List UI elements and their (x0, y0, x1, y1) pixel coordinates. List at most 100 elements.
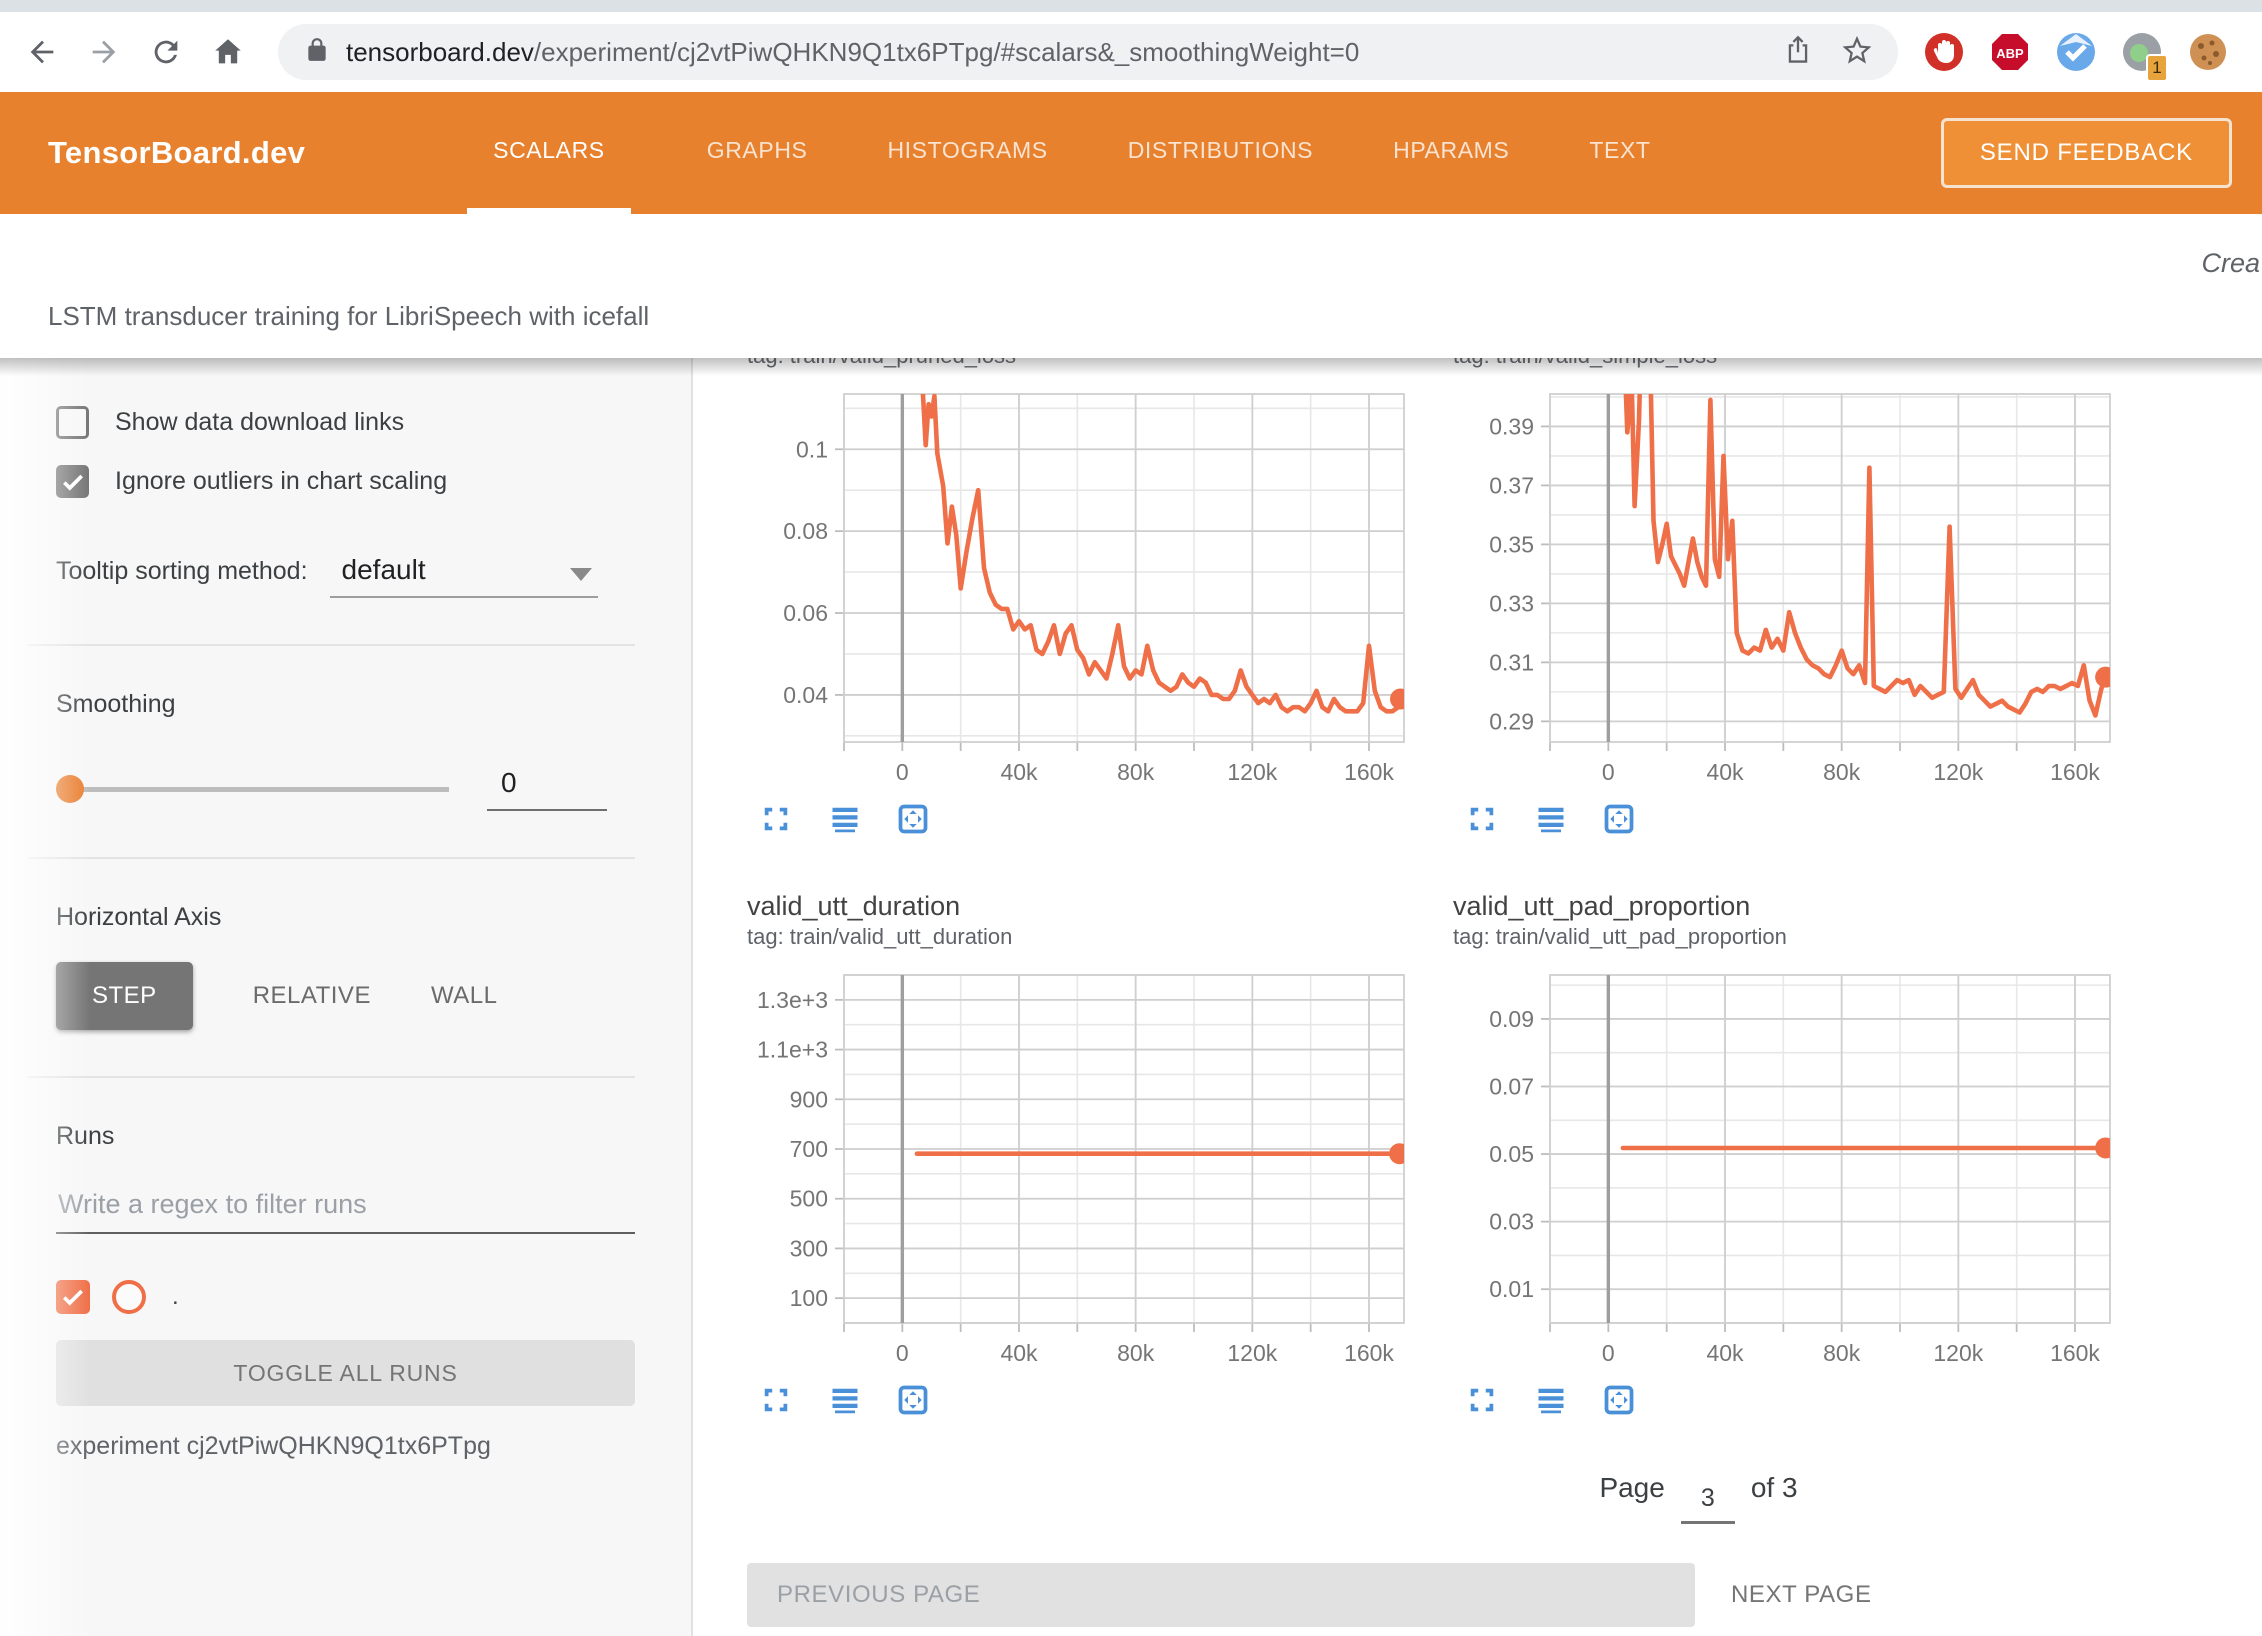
svg-text:0: 0 (896, 1340, 909, 1366)
smoothing-slider-track[interactable] (81, 787, 449, 792)
svg-text:ABP: ABP (1996, 46, 2024, 61)
svg-text:120k: 120k (1933, 1340, 1983, 1366)
svg-text:1.3e+3: 1.3e+3 (757, 987, 828, 1013)
svg-text:160k: 160k (1344, 759, 1394, 785)
page-of-label: of 3 (1751, 1472, 1798, 1504)
share-icon[interactable] (1784, 35, 1812, 70)
fullscreen-icon[interactable] (761, 1384, 793, 1416)
address-bar[interactable]: tensorboard.dev/experiment/cj2vtPiwQHKN9… (278, 24, 1898, 80)
toggle-all-runs-button[interactable]: TOGGLE ALL RUNS (56, 1340, 635, 1406)
tooltip-sorting-select[interactable]: default (330, 554, 598, 598)
experiment-title: LSTM transducer training for LibriSpeech… (48, 301, 649, 332)
scalar-chart-plot[interactable]: 040k80k120k160k0.040.060.080.1 (709, 386, 1405, 799)
axis-step-button[interactable]: STEP (56, 962, 193, 1030)
abp-icon[interactable]: ABP (1990, 32, 2030, 72)
svg-text:80k: 80k (1823, 1340, 1861, 1366)
browser-tabstrip (0, 0, 2262, 12)
log-scale-lines-icon[interactable] (1535, 803, 1567, 835)
show-download-links-row[interactable]: Show data download links (56, 406, 635, 439)
tooltip-sorting-value: default (342, 554, 426, 585)
tab-hparams[interactable]: HPARAMS (1389, 92, 1513, 214)
svg-text:80k: 80k (1823, 759, 1861, 785)
tab-histograms[interactable]: HISTOGRAMS (883, 92, 1051, 214)
previous-page-button[interactable]: PREVIOUS PAGE (747, 1563, 1695, 1627)
svg-text:120k: 120k (1933, 759, 1983, 785)
svg-text:100: 100 (790, 1285, 828, 1311)
browser-toolbar: tensorboard.dev/experiment/cj2vtPiwQHKN9… (0, 12, 2262, 92)
horizontal-axis-buttons: STEP RELATIVE WALL (56, 962, 635, 1030)
fit-domain-icon[interactable] (1603, 1384, 1635, 1416)
home-icon[interactable] (206, 30, 250, 74)
fullscreen-icon[interactable] (1467, 803, 1499, 835)
next-page-button[interactable]: NEXT PAGE (1731, 1581, 1872, 1609)
svg-text:500: 500 (790, 1186, 828, 1212)
svg-text:0.1: 0.1 (796, 436, 828, 462)
page-label: Page (1599, 1472, 1664, 1504)
adblock-hand-icon[interactable] (1924, 32, 1964, 72)
fullscreen-icon[interactable] (761, 803, 793, 835)
settings-sidebar: Show data download links Ignore outliers… (0, 358, 693, 1636)
checkmark-extension-icon[interactable] (2056, 32, 2096, 72)
extensions-row: ABP 1 (1924, 32, 2228, 72)
svg-text:0.37: 0.37 (1489, 472, 1534, 498)
svg-text:300: 300 (790, 1235, 828, 1261)
tab-graphs[interactable]: GRAPHS (703, 92, 812, 214)
runs-label: Runs (56, 1122, 635, 1151)
smoothing-value-input[interactable] (487, 767, 607, 811)
svg-text:1.1e+3: 1.1e+3 (757, 1037, 828, 1063)
svg-text:0.33: 0.33 (1489, 590, 1534, 616)
tab-distributions[interactable]: DISTRIBUTIONS (1124, 92, 1317, 214)
divider (28, 857, 635, 859)
fullscreen-icon[interactable] (1467, 1384, 1499, 1416)
run-checkbox[interactable] (56, 1280, 90, 1314)
chart-card-valid-simple-loss: valid_simple_loss tag: train/valid_simpl… (1415, 358, 2111, 835)
browser-chrome: tensorboard.dev/experiment/cj2vtPiwQHKN9… (0, 0, 2262, 92)
svg-text:80k: 80k (1117, 1340, 1155, 1366)
cookie-icon[interactable] (2188, 32, 2228, 72)
bookmark-star-icon[interactable] (1842, 35, 1872, 70)
chart-toolbar (1415, 803, 2111, 835)
fit-domain-icon[interactable] (1603, 803, 1635, 835)
horizontal-axis-label: Horizontal Axis (56, 903, 635, 932)
svg-text:0.09: 0.09 (1489, 1006, 1534, 1032)
chart-toolbar (1415, 1384, 2111, 1416)
log-scale-lines-icon[interactable] (829, 803, 861, 835)
tab-text[interactable]: TEXT (1585, 92, 1654, 214)
log-scale-lines-icon[interactable] (1535, 1384, 1567, 1416)
show-download-links-checkbox[interactable] (56, 406, 89, 439)
axis-wall-button[interactable]: WALL (401, 962, 527, 1030)
ignore-outliers-row[interactable]: Ignore outliers in chart scaling (56, 465, 635, 498)
axis-relative-button[interactable]: RELATIVE (223, 962, 401, 1030)
svg-text:40k: 40k (1000, 759, 1038, 785)
back-icon[interactable] (20, 30, 64, 74)
svg-text:0.01: 0.01 (1489, 1276, 1534, 1302)
scalar-chart-plot[interactable]: 040k80k120k160k1003005007009001.1e+31.3e… (709, 967, 1405, 1380)
page-number-input[interactable] (1681, 1484, 1735, 1524)
run-color-swatch (112, 1280, 146, 1314)
log-scale-lines-icon[interactable] (829, 1384, 861, 1416)
scalar-chart-plot[interactable]: 040k80k120k160k0.290.310.330.350.370.39 (1415, 386, 2111, 799)
svg-text:700: 700 (790, 1136, 828, 1162)
forward-icon[interactable] (82, 30, 126, 74)
tab-scalars[interactable]: SCALARS (467, 92, 631, 214)
runs-regex-input[interactable] (56, 1189, 635, 1234)
scalar-chart-plot[interactable]: 040k80k120k160k0.010.030.050.070.09 (1415, 967, 2111, 1380)
chart-card-valid-utt-pad-proportion: valid_utt_pad_proportion tag: train/vali… (1415, 889, 2111, 1416)
svg-text:0.04: 0.04 (783, 682, 828, 708)
show-download-links-label: Show data download links (115, 408, 404, 437)
fit-domain-icon[interactable] (897, 803, 929, 835)
tensorboard-header: TensorBoard.dev SCALARS GRAPHS HISTOGRAM… (0, 92, 2262, 214)
chart-card-valid-utt-duration: valid_utt_duration tag: train/valid_utt_… (709, 889, 1405, 1416)
smoothing-slider-knob[interactable] (56, 775, 84, 803)
reload-icon[interactable] (144, 30, 188, 74)
tooltip-sorting-row: Tooltip sorting method: default (56, 554, 635, 598)
extension-badge: 1 (2146, 54, 2168, 82)
fit-domain-icon[interactable] (897, 1384, 929, 1416)
svg-text:0.03: 0.03 (1489, 1209, 1534, 1235)
chart-tag: tag: train/valid_simple_loss (1415, 358, 2111, 370)
run-row[interactable]: . (56, 1280, 635, 1314)
send-feedback-button[interactable]: SEND FEEDBACK (1941, 118, 2232, 188)
privacy-extension-icon[interactable]: 1 (2122, 32, 2162, 72)
lock-icon (304, 37, 330, 68)
ignore-outliers-checkbox[interactable] (56, 465, 89, 498)
